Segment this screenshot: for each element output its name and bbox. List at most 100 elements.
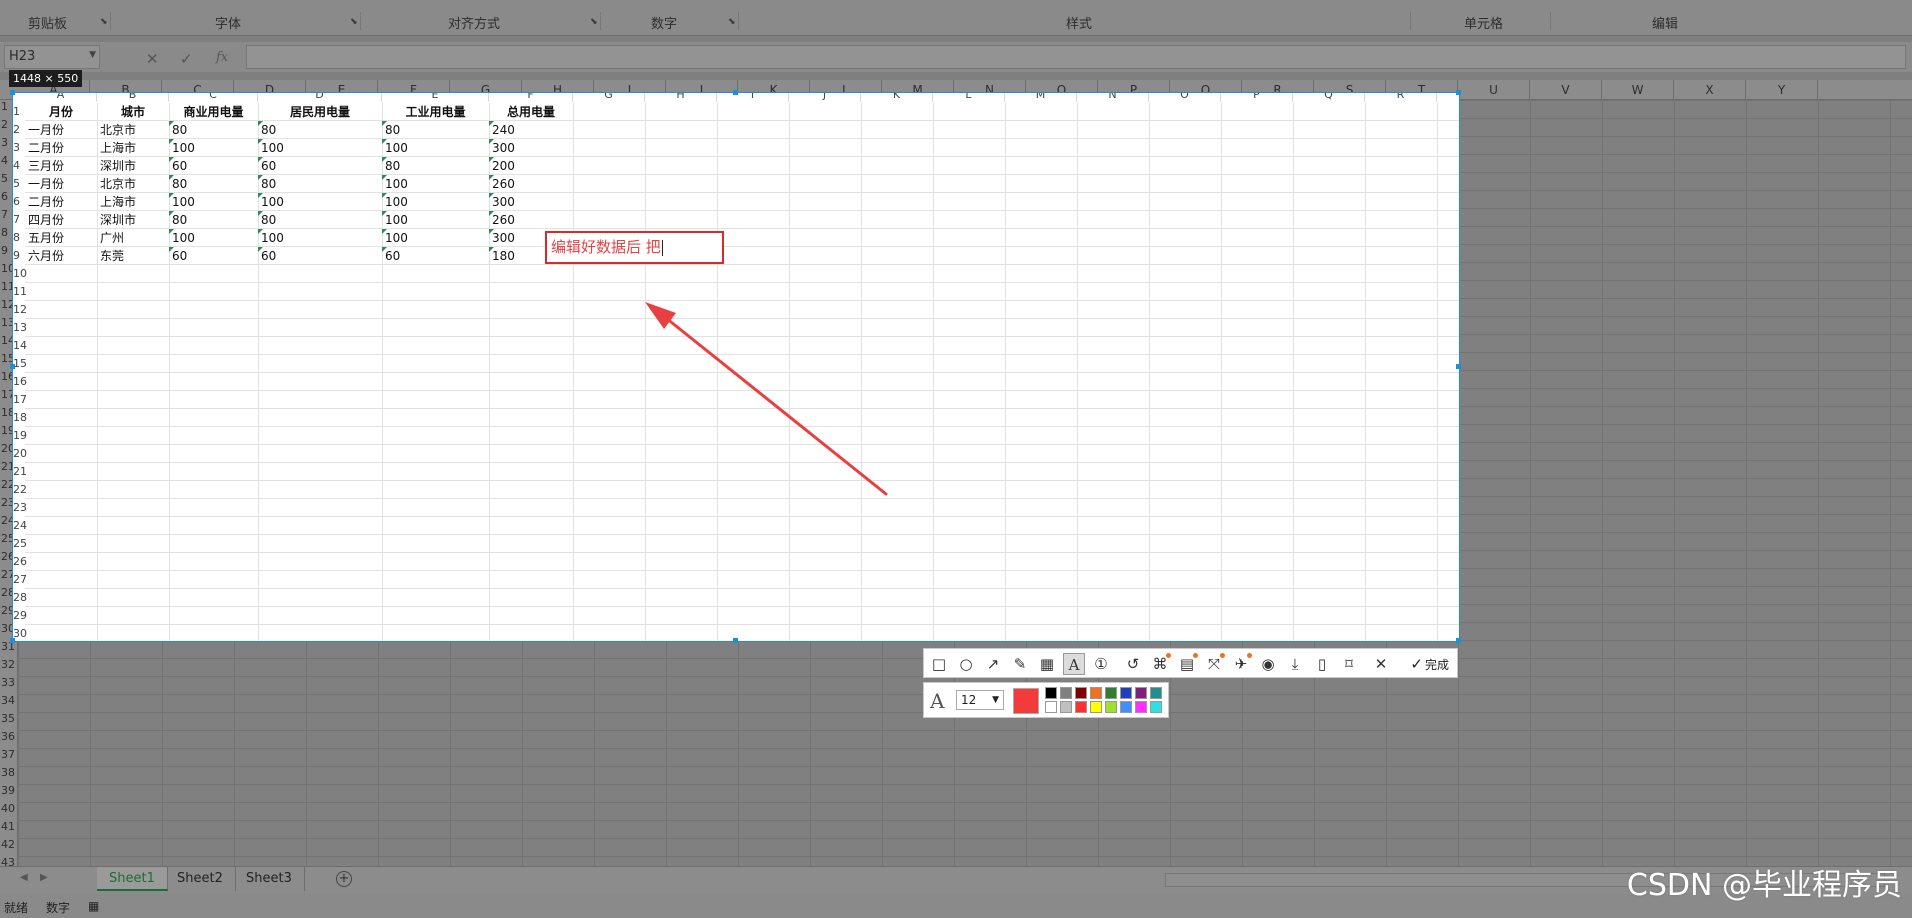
row-header[interactable]: 8 bbox=[13, 231, 25, 244]
color-swatch[interactable] bbox=[1060, 687, 1072, 699]
arrow-icon[interactable]: ↗ bbox=[982, 653, 1004, 675]
column-header[interactable]: F bbox=[489, 93, 573, 102]
table-cell[interactable]: 五月份 bbox=[25, 229, 97, 247]
bookmark-icon[interactable]: ⌑ bbox=[1338, 653, 1360, 675]
row-header[interactable]: 20 bbox=[13, 447, 27, 460]
row-header[interactable]: 29 bbox=[13, 609, 27, 622]
row-header[interactable]: 40 bbox=[0, 802, 18, 815]
table-cell[interactable]: 80 bbox=[382, 157, 489, 175]
color-swatch[interactable] bbox=[1135, 701, 1147, 713]
formula-input[interactable] bbox=[246, 45, 1906, 69]
resize-handle-top-left[interactable] bbox=[10, 90, 15, 95]
color-swatch[interactable] bbox=[1120, 687, 1132, 699]
table-cell[interactable]: 60 bbox=[169, 247, 258, 265]
column-header[interactable]: C bbox=[169, 93, 258, 102]
row-header[interactable]: 37 bbox=[0, 748, 18, 761]
row-header[interactable]: 23 bbox=[13, 501, 27, 514]
column-header[interactable]: H bbox=[645, 93, 717, 102]
table-cell[interactable]: 上海市 bbox=[97, 193, 169, 211]
header-cell[interactable]: 总用电量 bbox=[489, 103, 573, 121]
row-header[interactable]: 3 bbox=[13, 141, 25, 154]
resize-handle-bottom[interactable] bbox=[733, 638, 738, 643]
table-cell[interactable]: 60 bbox=[382, 247, 489, 265]
table-cell[interactable]: 80 bbox=[382, 121, 489, 139]
row-header[interactable]: 5 bbox=[13, 177, 25, 190]
column-header[interactable]: D bbox=[258, 93, 382, 102]
column-header[interactable]: E bbox=[382, 93, 489, 102]
row-header[interactable]: 28 bbox=[13, 591, 27, 604]
column-header[interactable]: M bbox=[1005, 93, 1077, 102]
column-header[interactable]: W bbox=[1602, 80, 1674, 100]
color-swatch[interactable] bbox=[1045, 701, 1057, 713]
table-cell[interactable]: 二月份 bbox=[25, 193, 97, 211]
color-swatch[interactable] bbox=[1150, 701, 1162, 713]
row-header[interactable]: 25 bbox=[13, 537, 27, 550]
insert-function-button[interactable]: fx bbox=[216, 50, 228, 65]
table-cell[interactable]: 深圳市 bbox=[97, 157, 169, 175]
color-swatch[interactable] bbox=[1150, 687, 1162, 699]
done-button[interactable]: ✓ 完成 bbox=[1410, 653, 1449, 675]
color-swatch[interactable] bbox=[1060, 701, 1072, 713]
table-cell[interactable]: 300 bbox=[489, 193, 573, 211]
mobile-icon[interactable]: ▯ bbox=[1311, 653, 1333, 675]
current-color-swatch[interactable] bbox=[1013, 688, 1039, 714]
table-cell[interactable]: 200 bbox=[489, 157, 573, 175]
table-cell[interactable]: 一月份 bbox=[25, 121, 97, 139]
column-header[interactable]: J bbox=[789, 93, 861, 102]
header-cell[interactable]: 城市 bbox=[97, 103, 169, 121]
row-header[interactable]: 4 bbox=[13, 159, 25, 172]
table-cell[interactable]: 深圳市 bbox=[97, 211, 169, 229]
mosaic-icon[interactable]: ▦ bbox=[1036, 653, 1058, 675]
translate-icon[interactable]: ▤ bbox=[1176, 653, 1198, 675]
row-header[interactable]: 41 bbox=[0, 820, 18, 833]
table-cell[interactable]: 260 bbox=[489, 175, 573, 193]
annotation-text-box[interactable]: 编辑好数据后 把 bbox=[545, 231, 724, 264]
row-header[interactable]: 2 bbox=[13, 123, 25, 136]
row-header[interactable]: 6 bbox=[13, 195, 25, 208]
table-cell[interactable]: 260 bbox=[489, 211, 573, 229]
column-header[interactable]: Y bbox=[1746, 80, 1818, 100]
add-sheet-icon[interactable]: + bbox=[336, 871, 352, 887]
tab-sheet1[interactable]: Sheet1 bbox=[97, 867, 168, 891]
table-cell[interactable]: 四月份 bbox=[25, 211, 97, 229]
row-header[interactable]: 16 bbox=[13, 375, 27, 388]
rectangle-icon[interactable]: □ bbox=[928, 653, 950, 675]
header-cell[interactable]: 居民用电量 bbox=[258, 103, 382, 121]
download-icon[interactable]: ⤓ bbox=[1284, 653, 1306, 675]
cancel-icon[interactable]: ✕ bbox=[146, 50, 159, 68]
column-header[interactable]: O bbox=[1149, 93, 1221, 102]
table-cell[interactable]: 80 bbox=[169, 175, 258, 193]
color-swatch[interactable] bbox=[1105, 687, 1117, 699]
row-header[interactable]: 1 bbox=[13, 105, 25, 118]
table-cell[interactable]: 100 bbox=[169, 139, 258, 157]
color-swatch[interactable] bbox=[1135, 687, 1147, 699]
row-header[interactable]: 36 bbox=[0, 730, 18, 743]
row-header[interactable]: 7 bbox=[13, 213, 25, 226]
column-header[interactable]: P bbox=[1221, 93, 1293, 102]
table-cell[interactable]: 六月份 bbox=[25, 247, 97, 265]
color-swatch[interactable] bbox=[1075, 701, 1087, 713]
enter-icon[interactable]: ✓ bbox=[180, 50, 193, 68]
pin-icon[interactable]: ⌘ bbox=[1149, 653, 1171, 675]
table-cell[interactable]: 240 bbox=[489, 121, 573, 139]
column-header[interactable]: N bbox=[1077, 93, 1149, 102]
resize-handle-bottom-right[interactable] bbox=[1456, 638, 1461, 643]
row-header[interactable]: 14 bbox=[13, 339, 27, 352]
column-header[interactable]: L bbox=[933, 93, 1005, 102]
name-box[interactable]: H23 ▼ bbox=[4, 45, 100, 69]
table-cell[interactable]: 60 bbox=[258, 157, 382, 175]
row-header[interactable]: 18 bbox=[13, 411, 27, 424]
table-cell[interactable]: 100 bbox=[382, 139, 489, 157]
table-cell[interactable]: 二月份 bbox=[25, 139, 97, 157]
table-cell[interactable]: 100 bbox=[382, 193, 489, 211]
dialog-launcher-icon[interactable]: ⬊ bbox=[350, 17, 358, 27]
table-cell[interactable]: 北京市 bbox=[97, 175, 169, 193]
table-cell[interactable]: 60 bbox=[169, 157, 258, 175]
capture-selection[interactable]: ABCDEFGHIJKLMNOPQR 月份 城市 商业用电量 居民用电量 工业用电量 总用… bbox=[12, 92, 1460, 642]
close-icon[interactable]: ✕ bbox=[1370, 653, 1392, 675]
column-header[interactable]: X bbox=[1674, 80, 1746, 100]
number-marker-icon[interactable]: ① bbox=[1090, 653, 1112, 675]
resize-handle-left[interactable] bbox=[10, 364, 15, 369]
column-header[interactable]: K bbox=[861, 93, 933, 102]
column-header[interactable]: R bbox=[1365, 93, 1437, 102]
